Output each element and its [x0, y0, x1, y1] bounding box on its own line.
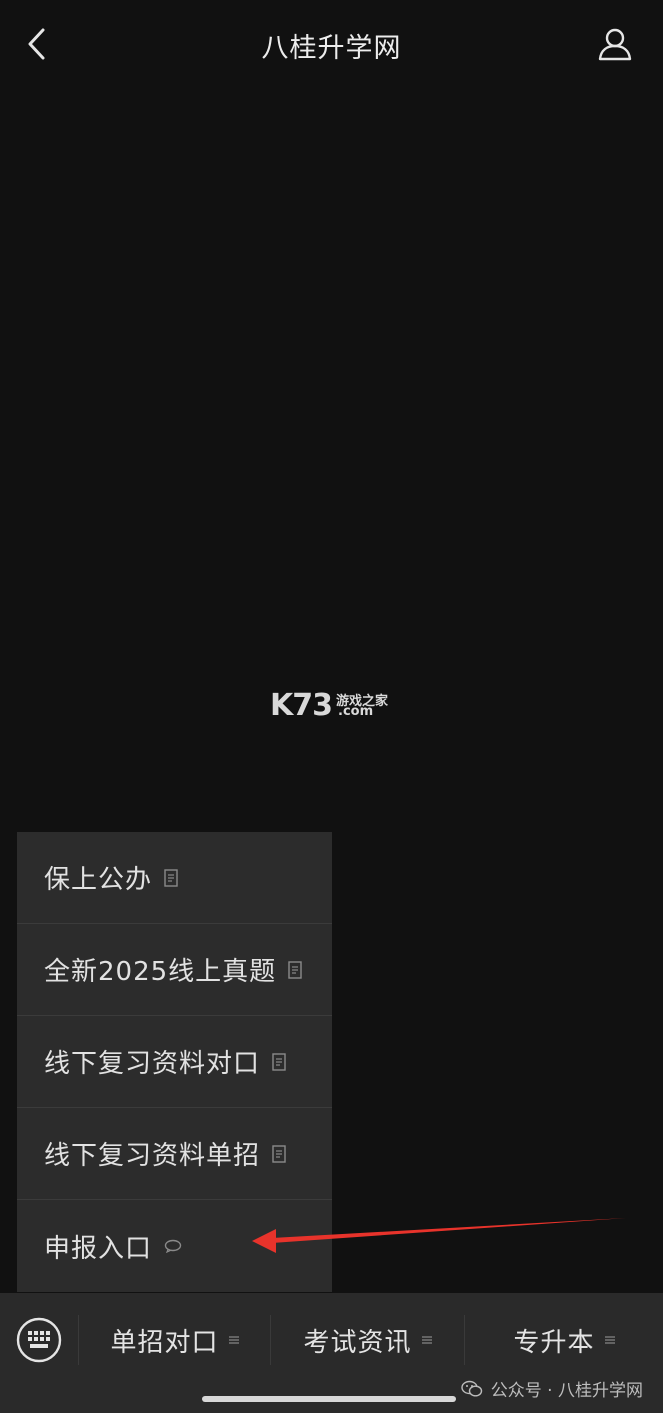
document-icon [164, 868, 178, 887]
menu-item-baoshang[interactable]: 保上公办 [17, 832, 332, 924]
keyboard-toggle-button[interactable] [16, 1317, 62, 1363]
page-title: 八桂升学网 [261, 33, 402, 64]
menu-item-label: 线下复习资料对口 [44, 1049, 261, 1079]
account-caption: 公众号 · 八桂升学网 [461, 1376, 643, 1401]
user-icon [598, 28, 632, 61]
watermark-domain: .com [338, 704, 374, 719]
document-icon [272, 1144, 286, 1163]
watermark-logo: K73 游戏之家 .com [270, 688, 400, 724]
menu-item-label: 全新2025线上真题 [44, 957, 277, 987]
document-icon [272, 1052, 286, 1071]
menu-item-2025-exam[interactable]: 全新2025线上真题 [17, 924, 332, 1016]
tab-label: 单招对口 [110, 1327, 219, 1358]
menu-item-application-entry[interactable]: 申报入口 [17, 1200, 332, 1292]
document-icon [288, 960, 302, 979]
wechat-icon [461, 1380, 483, 1398]
menu-item-offline-duikou[interactable]: 线下复习资料对口 [17, 1016, 332, 1108]
menu-lines-icon [604, 1335, 615, 1345]
watermark-main: K73 [270, 688, 333, 723]
profile-button[interactable] [595, 24, 635, 64]
menu-lines-icon [228, 1335, 239, 1345]
menu-item-label: 申报入口 [44, 1233, 153, 1264]
caption-text: 公众号 · 八桂升学网 [490, 1381, 643, 1401]
submenu-popup: 保上公办 全新2025线上真题 线下复习资料对口 线下复习资料单招 申报入口 [17, 832, 332, 1292]
tab-danzhao-duikou[interactable]: 单招对口 [79, 1317, 270, 1363]
tab-zhuanshengben[interactable]: 专升本 [465, 1317, 663, 1363]
tab-label: 考试资讯 [303, 1327, 412, 1358]
menu-lines-icon [421, 1335, 432, 1345]
menu-item-offline-danzhao[interactable]: 线下复习资料单招 [17, 1108, 332, 1200]
tab-label: 专升本 [513, 1327, 595, 1358]
menu-item-label: 保上公办 [44, 865, 153, 895]
nav-header: 八桂升学网 [0, 0, 663, 88]
chat-bubble-icon [164, 1239, 182, 1253]
home-indicator[interactable] [202, 1396, 456, 1402]
menu-item-label: 线下复习资料单招 [44, 1141, 261, 1171]
keyboard-icon [16, 1317, 62, 1363]
tab-exam-news[interactable]: 考试资讯 [271, 1317, 464, 1363]
